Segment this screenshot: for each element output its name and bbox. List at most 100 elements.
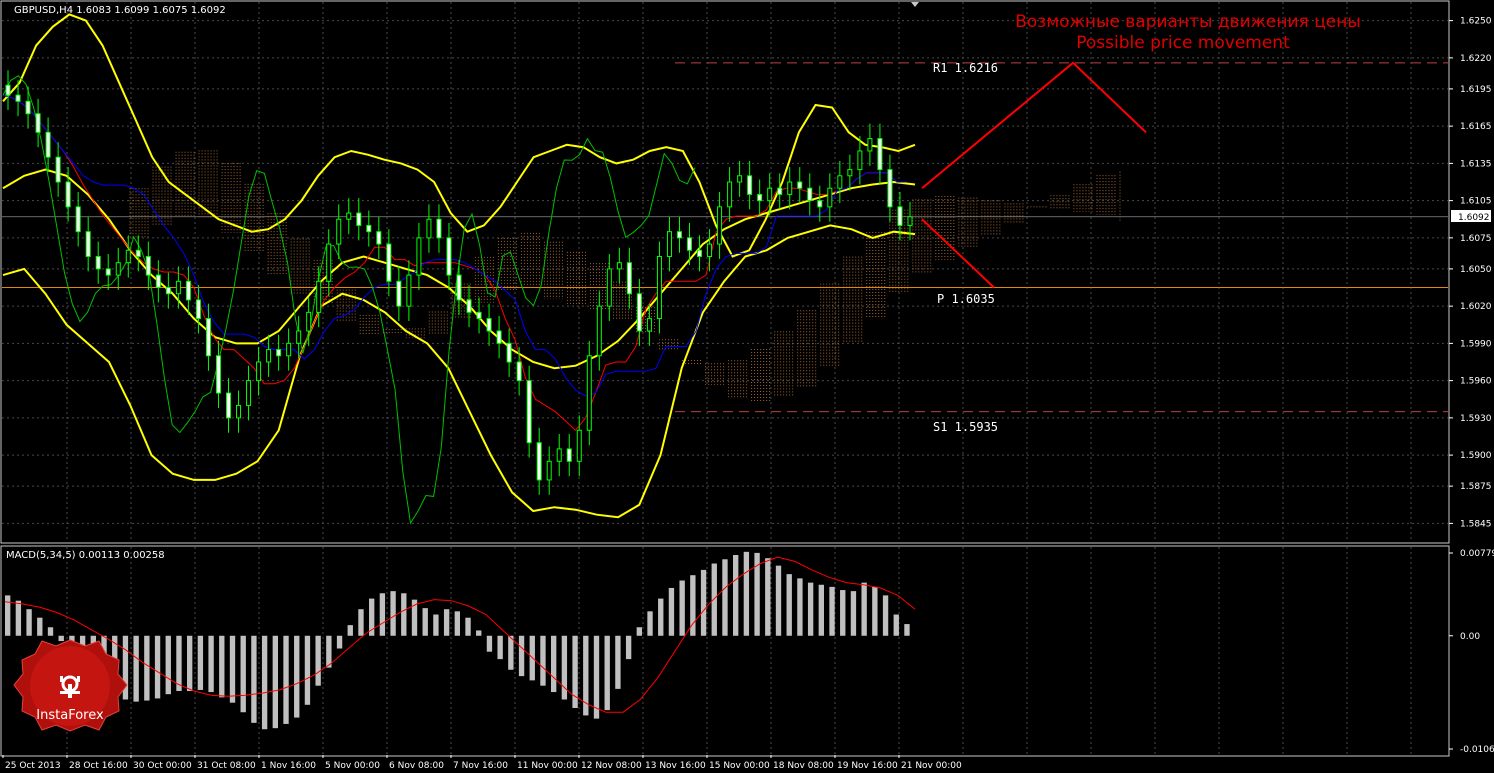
y-tick-label: 1.6165: [1460, 122, 1492, 132]
candle-body: [115, 262, 121, 276]
macd-bar: [840, 590, 846, 636]
candle-body: [867, 138, 873, 152]
macd-bar: [443, 609, 450, 636]
y-tick-label: 1.5875: [1460, 482, 1492, 492]
candle-body: [236, 404, 242, 419]
annotation-en: Possible price movement: [1076, 33, 1290, 53]
macd-bar: [850, 591, 857, 636]
macd-bar: [818, 584, 824, 636]
macd-bar: [722, 559, 728, 636]
candle-body: [326, 243, 332, 282]
y-tick-label: 1.5990: [1460, 339, 1492, 349]
candle-body: [266, 349, 272, 363]
candle-body: [626, 262, 632, 295]
candle-body: [687, 237, 693, 251]
macd-bar: [272, 635, 278, 729]
candle-body: [85, 231, 91, 257]
candle-body: [787, 181, 793, 195]
candle-body: [45, 131, 51, 158]
candle-body: [426, 218, 432, 239]
candle-body: [396, 280, 402, 307]
x-tick-label: 12 Nov 08:00: [581, 761, 642, 771]
y-tick-label: 1.6050: [1460, 265, 1492, 275]
candle-body: [697, 249, 703, 257]
candle-body: [676, 231, 682, 239]
candle-body: [135, 249, 141, 257]
candle-body: [516, 361, 522, 382]
candle-body: [857, 150, 863, 171]
macd-y-tick-label: 0.00779: [1460, 549, 1494, 559]
candle-body: [807, 187, 813, 202]
pivot-label: P 1.6035: [937, 292, 995, 306]
candle-body: [346, 212, 352, 220]
macd-bar: [465, 617, 471, 636]
macd-bar: [615, 635, 621, 689]
macd-bar: [358, 609, 364, 636]
candle-body: [5, 84, 11, 96]
x-tick-label: 13 Nov 16:00: [645, 761, 706, 771]
candle-body: [165, 287, 171, 295]
candle-body: [737, 175, 743, 183]
price-panel[interactable]: [0, 0, 1450, 544]
candle-body: [576, 429, 582, 462]
macd-bar: [347, 625, 353, 636]
chart-header: GBPUSD,H4 1.6083 1.6099 1.6075 1.6092: [14, 5, 226, 16]
candle-body: [526, 380, 532, 444]
candle-body: [636, 293, 642, 332]
macd-bar: [561, 635, 568, 700]
macd-bar: [197, 635, 204, 690]
candle-body: [656, 255, 662, 320]
macd-bar: [433, 614, 439, 636]
macd-bar: [797, 578, 803, 636]
candle-body: [55, 156, 61, 183]
macd-bar: [176, 635, 182, 691]
candle-body: [185, 280, 191, 301]
macd-bar: [26, 609, 32, 636]
candle-body: [416, 237, 422, 276]
macd-bar: [786, 574, 792, 636]
macd-bar: [476, 630, 482, 636]
y-tick-label: 1.6075: [1460, 234, 1492, 244]
candle-body: [907, 216, 913, 226]
macd-bar: [904, 624, 910, 636]
x-tick-label: 11 Nov 00:00: [517, 761, 578, 771]
macd-bar: [144, 635, 150, 701]
x-tick-label: 28 Oct 16:00: [69, 761, 128, 771]
candle-body: [215, 355, 221, 394]
macd-y-tick-label: 0.00: [1460, 632, 1480, 642]
macd-bar: [486, 635, 493, 652]
current-price-label: 1.6092: [1458, 213, 1490, 223]
candle-body: [897, 206, 903, 226]
macd-bar: [454, 611, 460, 636]
macd-bar: [775, 565, 782, 636]
candle-body: [456, 274, 462, 301]
y-tick-label: 1.6020: [1460, 302, 1492, 312]
x-tick-label: 31 Oct 08:00: [197, 761, 256, 771]
candle-body: [306, 311, 312, 332]
candle-body: [336, 218, 342, 245]
candle-body: [65, 181, 71, 208]
macd-bar: [711, 563, 717, 636]
candle-body: [717, 206, 723, 245]
trading-chart[interactable]: 25 Oct 2013 28 Oct 16:00 30 Oct 00:00 31 Oc…: [0, 0, 1494, 773]
y-tick-label: 1.6105: [1460, 197, 1492, 207]
macd-bar: [765, 558, 771, 636]
macd-bar: [508, 635, 514, 670]
candle-body: [506, 342, 512, 363]
macd-label: MACD(5,34,5) 0.00113 0.00258: [6, 550, 165, 561]
candle-body: [757, 193, 763, 202]
macd-bar: [551, 635, 557, 693]
r1-label: R1 1.6216: [933, 61, 998, 75]
macd-bar: [422, 608, 428, 636]
candle-body: [195, 299, 201, 320]
candle-body: [797, 181, 803, 189]
candle-body: [225, 392, 231, 419]
x-tick-label: 5 Nov 00:00: [325, 761, 380, 771]
candle-body: [586, 355, 592, 431]
y-tick-label: 1.5930: [1460, 414, 1492, 424]
candle-body: [817, 200, 823, 208]
macd-bar: [261, 635, 268, 730]
candle-body: [205, 318, 211, 357]
x-tick-label: 7 Nov 16:00: [453, 761, 508, 771]
candle-body: [366, 224, 372, 233]
